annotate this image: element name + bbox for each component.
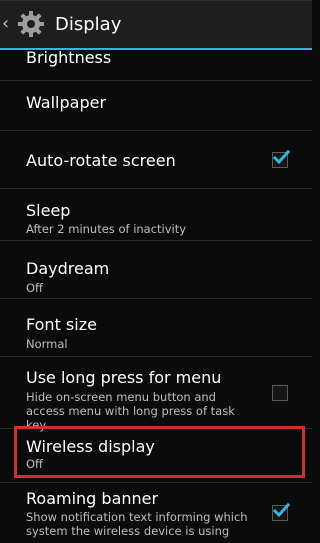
checkmark-icon xyxy=(272,502,291,518)
setting-sleep-label: Sleep xyxy=(26,201,71,220)
action-bar-divider xyxy=(0,48,312,50)
checkmark-icon xyxy=(272,149,291,165)
setting-font-size-label: Font size xyxy=(26,315,97,334)
roaming-banner-checkbox[interactable] xyxy=(272,502,291,521)
highlight-box xyxy=(14,426,305,478)
setting-font-size[interactable]: Font size Normal xyxy=(0,298,312,357)
setting-long-press-menu-label: Use long press for menu xyxy=(26,368,222,387)
action-bar: ‹ Display xyxy=(0,0,312,48)
setting-roaming-banner-summary: Show notification text informing which s… xyxy=(26,510,248,538)
page-title: Display xyxy=(55,13,122,35)
setting-daydream-label: Daydream xyxy=(26,259,110,278)
setting-auto-rotate-label: Auto-rotate screen xyxy=(26,151,176,170)
setting-roaming-banner-label: Roaming banner xyxy=(26,489,159,508)
setting-font-size-summary: Normal xyxy=(26,337,68,351)
back-chevron-icon[interactable]: ‹ xyxy=(2,0,14,48)
setting-auto-rotate[interactable]: Auto-rotate screen xyxy=(0,130,312,189)
setting-daydream[interactable]: Daydream Off xyxy=(0,240,312,299)
setting-brightness-label: Brightness xyxy=(26,48,112,67)
setting-daydream-summary: Off xyxy=(26,281,43,295)
auto-rotate-checkbox[interactable] xyxy=(272,149,291,168)
long-press-menu-checkbox[interactable] xyxy=(272,385,288,401)
setting-roaming-banner[interactable]: Roaming banner Show notification text in… xyxy=(0,482,312,543)
settings-gear-icon[interactable] xyxy=(15,8,47,40)
setting-sleep-summary: After 2 minutes of inactivity xyxy=(26,222,187,236)
setting-sleep[interactable]: Sleep After 2 minutes of inactivity xyxy=(0,188,312,241)
setting-long-press-menu[interactable]: Use long press for menu Hide on-screen m… xyxy=(0,356,312,432)
setting-wallpaper-label: Wallpaper xyxy=(26,93,107,112)
setting-wallpaper[interactable]: Wallpaper xyxy=(0,80,312,131)
